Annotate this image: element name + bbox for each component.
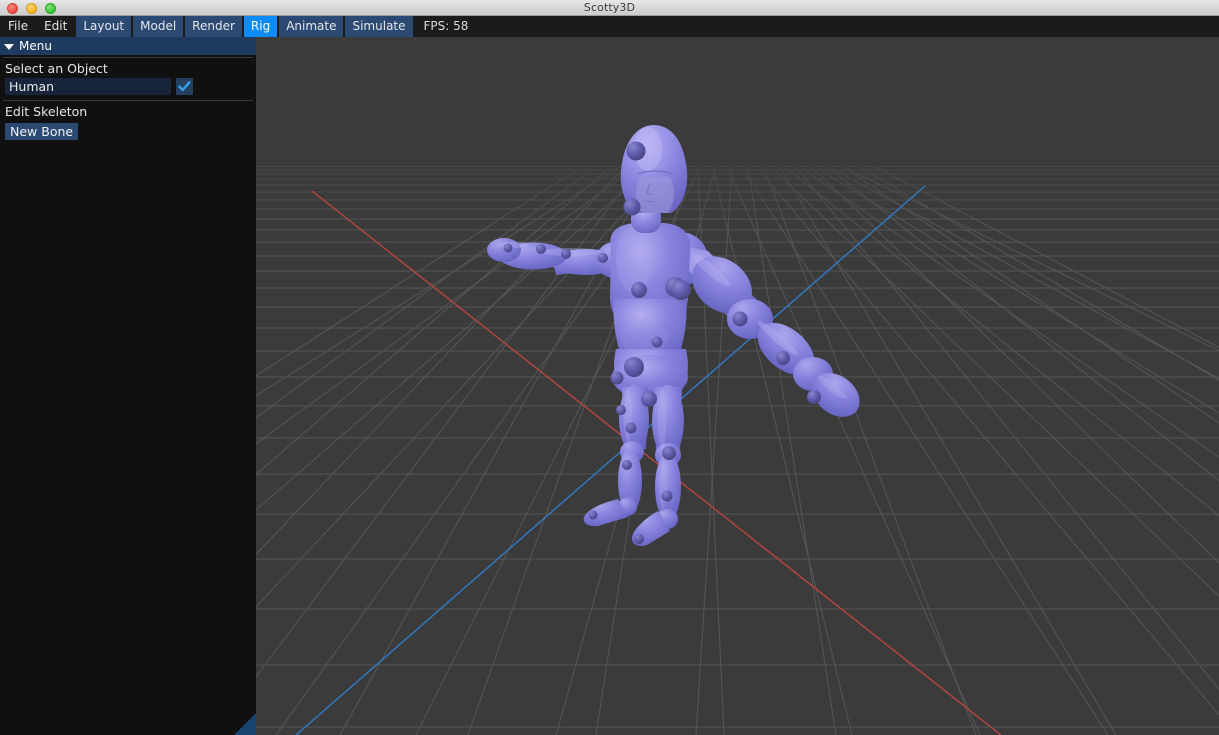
object-enabled-checkbox[interactable]	[176, 78, 193, 95]
rig-joint	[807, 390, 821, 404]
rig-joint	[503, 243, 513, 253]
window-title: Scotty3D	[583, 0, 636, 14]
left-sidebar: Menu Select an Object Edit Skeleton New …	[0, 37, 256, 735]
rig-joint	[634, 534, 644, 544]
sidebar-resize-grip[interactable]	[234, 713, 256, 735]
viewport-canvas[interactable]	[256, 37, 1219, 735]
rig-joint	[616, 405, 626, 415]
rig-joint	[651, 336, 663, 348]
menu-item-model[interactable]: Model	[133, 16, 184, 37]
new-bone-button[interactable]: New Bone	[5, 123, 79, 140]
rig-joint	[561, 249, 571, 259]
select-object-label: Select an Object	[5, 61, 108, 76]
traffic-light-group	[7, 0, 56, 16]
rig-joint	[610, 371, 624, 385]
menu-item-rig[interactable]: Rig	[243, 16, 278, 37]
menu-item-simulate[interactable]: Simulate	[345, 16, 413, 37]
scotty3d-window: Scotty3D File Edit Layout Model Render R…	[0, 0, 1219, 735]
menu-item-layout[interactable]: Layout	[76, 16, 132, 37]
rig-joint	[662, 446, 676, 460]
rig-joint	[624, 357, 644, 377]
rig-joint	[588, 510, 598, 520]
edit-skeleton-label: Edit Skeleton	[5, 104, 88, 119]
rig-joint	[776, 351, 790, 365]
rig-joint	[536, 244, 546, 254]
minimize-button[interactable]	[26, 2, 37, 14]
rig-joint	[625, 422, 637, 434]
menu-item-animate[interactable]: Animate	[279, 16, 344, 37]
menu-panel-title: Menu	[19, 39, 52, 53]
3d-viewport[interactable]	[256, 37, 1219, 735]
object-name-input[interactable]	[5, 78, 171, 95]
maximize-button[interactable]	[45, 2, 56, 14]
rig-joint	[598, 253, 608, 263]
select-object-row	[0, 78, 256, 98]
rig-joint	[661, 490, 673, 502]
rig-joint	[671, 280, 691, 300]
rig-joint	[626, 141, 646, 161]
menu-item-edit[interactable]: Edit	[37, 16, 74, 37]
fps-counter: FPS: 58	[423, 19, 469, 33]
model-torso	[610, 223, 691, 399]
rig-joint	[623, 198, 641, 216]
rig-joint	[732, 311, 748, 327]
sky-region	[256, 37, 1219, 140]
close-button[interactable]	[7, 2, 18, 14]
window-titlebar: Scotty3D	[0, 0, 1219, 16]
checkmark-icon	[178, 81, 191, 92]
caret-down-icon[interactable]	[4, 43, 14, 50]
rig-joint	[641, 391, 657, 407]
rig-joint	[622, 460, 632, 470]
menu-item-file[interactable]: File	[1, 16, 35, 37]
menu-item-render[interactable]: Render	[185, 16, 242, 37]
rig-joint	[631, 282, 647, 298]
menu-panel-body: Select an Object Edit Skeleton New Bone	[0, 57, 256, 144]
menu-bar: File Edit Layout Model Render Rig Animat…	[0, 16, 1219, 37]
menu-panel-header[interactable]: Menu	[0, 37, 256, 55]
